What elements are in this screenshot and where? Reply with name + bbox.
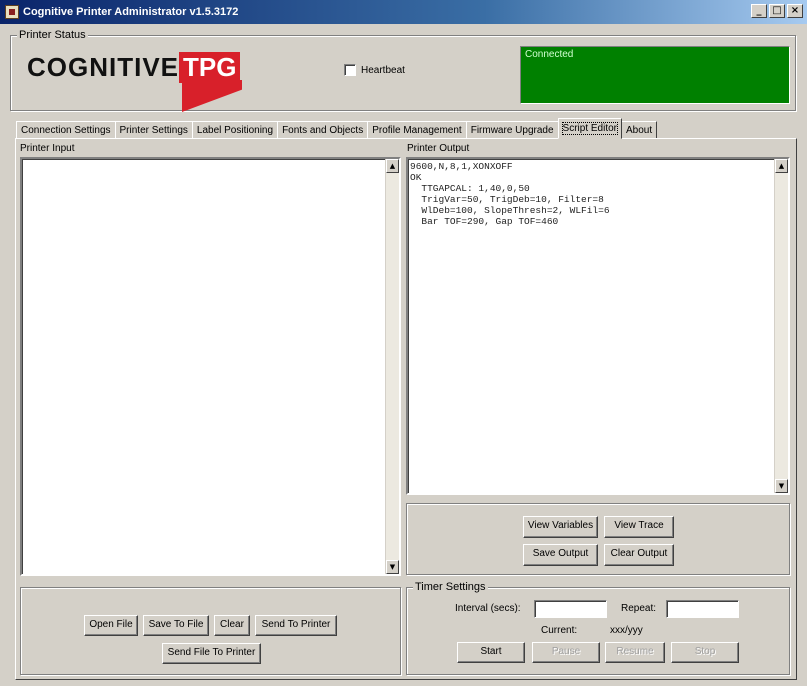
interval-input[interactable] (534, 600, 607, 618)
view-trace-button[interactable]: View Trace (604, 516, 674, 538)
repeat-label: Repeat: (621, 603, 657, 614)
interval-label: Interval (secs): (455, 603, 521, 614)
output-buttons-frame: View Variables View Trace Save Output Cl… (406, 503, 790, 575)
clear-button[interactable]: Clear (214, 615, 250, 636)
heartbeat-label: Heartbeat (361, 64, 405, 76)
tab-firmware-upgrade[interactable]: Firmware Upgrade (465, 121, 559, 139)
cognitive-tpg-logo: COGNITIVE TPG (27, 52, 247, 112)
printer-status-group: Printer Status COGNITIVE TPG Heartbeat C… (10, 29, 796, 112)
input-buttons-frame: Open File Save To File Clear Send To Pri… (20, 587, 401, 675)
logo-highlight: TPG (179, 52, 241, 83)
scroll-down-icon[interactable]: ▼ (775, 479, 788, 493)
printer-output-text: 9600,N,8,1,XONXOFF OK TTGAPCAL: 1,40,0,5… (410, 161, 610, 227)
printer-input-label: Printer Input (20, 143, 75, 154)
open-file-button[interactable]: Open File (84, 615, 138, 636)
timer-settings-label: Timer Settings (413, 581, 488, 593)
current-value: xxx/yyy (610, 625, 643, 636)
repeat-input[interactable] (666, 600, 739, 618)
tab-profile-management[interactable]: Profile Management (367, 121, 467, 139)
connection-status-indicator: Connected (520, 46, 790, 104)
tab-printer-settings[interactable]: Printer Settings (114, 121, 193, 139)
save-output-button[interactable]: Save Output (523, 544, 598, 566)
maximize-button[interactable]: □ (769, 4, 785, 18)
app-icon (5, 5, 19, 19)
tab-about[interactable]: About (621, 121, 658, 139)
logo-flag-icon (182, 80, 242, 112)
printer-input-textarea[interactable]: ▲ ▼ (20, 157, 401, 576)
window-title: Cognitive Printer Administrator v1.5.317… (23, 6, 239, 18)
scroll-up-icon[interactable]: ▲ (386, 159, 399, 173)
logo-text: COGNITIVE (27, 52, 180, 82)
printer-output-label: Printer Output (407, 143, 470, 154)
tab-connection-settings[interactable]: Connection Settings (16, 121, 116, 139)
view-variables-button[interactable]: View Variables (523, 516, 598, 538)
send-to-printer-button[interactable]: Send To Printer (255, 615, 337, 636)
printer-output-textarea[interactable]: 9600,N,8,1,XONXOFF OK TTGAPCAL: 1,40,0,5… (406, 157, 790, 495)
minimize-button[interactable]: _ (751, 4, 767, 18)
input-scrollbar[interactable]: ▲ ▼ (385, 159, 399, 574)
timer-settings-group: Timer Settings Interval (secs): Repeat: … (406, 581, 790, 675)
heartbeat-option[interactable]: Heartbeat (344, 64, 405, 76)
save-to-file-button[interactable]: Save To File (143, 615, 209, 636)
tab-strip: Connection Settings Printer Settings Lab… (16, 117, 658, 139)
start-button[interactable]: Start (457, 642, 525, 663)
close-button[interactable]: × (787, 4, 803, 18)
heartbeat-checkbox[interactable] (344, 64, 356, 76)
current-label: Current: (541, 625, 578, 636)
scroll-down-icon[interactable]: ▼ (386, 560, 399, 574)
clear-output-button[interactable]: Clear Output (604, 544, 674, 566)
tab-fonts-and-objects[interactable]: Fonts and Objects (277, 121, 369, 139)
scroll-up-icon[interactable]: ▲ (775, 159, 788, 173)
title-bar[interactable]: Cognitive Printer Administrator v1.5.317… (0, 0, 807, 24)
tab-label-positioning[interactable]: Label Positioning (191, 121, 279, 139)
stop-button[interactable]: Stop (671, 642, 739, 663)
pause-button[interactable]: Pause (532, 642, 600, 663)
tab-script-editor[interactable]: Script Editor (557, 118, 622, 139)
output-scrollbar[interactable]: ▲ ▼ (774, 159, 788, 493)
resume-button[interactable]: Resume (605, 642, 665, 663)
printer-status-label: Printer Status (17, 29, 88, 41)
send-file-to-printer-button[interactable]: Send File To Printer (162, 643, 261, 664)
